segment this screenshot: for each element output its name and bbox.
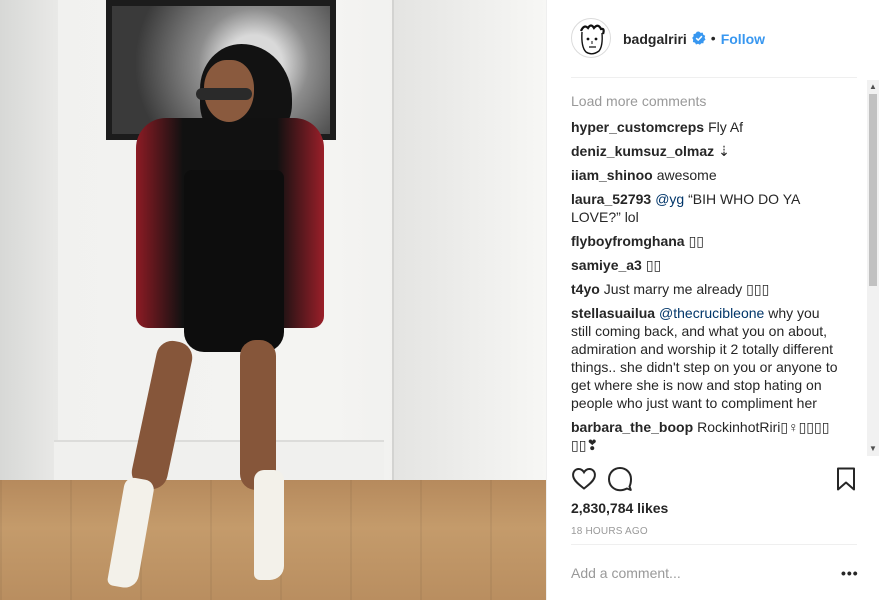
- post-timestamp[interactable]: 18 HOURS AGO: [571, 526, 648, 537]
- comment-author[interactable]: samiye_a3: [571, 257, 642, 273]
- comment-item: barbara_the_boop RockinhotRiri▯♀▯▯▯▯ ▯▯❣: [571, 418, 841, 454]
- bookmark-icon[interactable]: [833, 466, 859, 492]
- post-author-username[interactable]: badgalriri: [623, 31, 687, 47]
- avatar-sketch-icon: [579, 24, 605, 55]
- photo-wall: [0, 0, 58, 500]
- comment-item: hyper_customcreps Fly Af: [571, 118, 841, 136]
- divider: [571, 544, 857, 545]
- comment-mention-link[interactable]: @thecrucibleone: [659, 305, 764, 321]
- comment-author[interactable]: barbara_the_boop: [571, 419, 693, 435]
- comment-text: ▯▯: [645, 257, 662, 273]
- comment-author[interactable]: flyboyfromghana: [571, 233, 685, 249]
- comment-item: t4yo Just marry me already ▯▯▯: [571, 280, 841, 298]
- photo-sunglasses: [196, 88, 252, 100]
- scrollbar-thumb[interactable]: [869, 94, 877, 286]
- more-options-button[interactable]: •••: [841, 565, 859, 581]
- photo-leg-right: [240, 340, 276, 490]
- comment-author[interactable]: deniz_kumsuz_olmaz: [571, 143, 714, 159]
- comment-text: Fly Af: [708, 119, 744, 135]
- verified-badge-icon: [691, 31, 706, 45]
- comment-item: stellasuailua @thecrucibleone why you sti…: [571, 304, 841, 412]
- scroll-up-arrow-icon[interactable]: ▲: [869, 83, 877, 91]
- post-photo[interactable]: [0, 0, 546, 600]
- photo-boot-right: [254, 470, 284, 580]
- comment-author[interactable]: t4yo: [571, 281, 600, 297]
- avatar[interactable]: [571, 18, 611, 58]
- add-comment-input[interactable]: [571, 562, 811, 584]
- heart-icon[interactable]: [571, 466, 597, 492]
- photo-door: [392, 0, 546, 480]
- comment-text: ▯▯: [688, 233, 704, 249]
- comments-list[interactable]: Load more comments hyper_customcreps Fly …: [571, 90, 867, 456]
- post-actions-bar: [571, 466, 857, 492]
- comment-author[interactable]: hyper_customcreps: [571, 119, 704, 135]
- scroll-down-arrow-icon[interactable]: ▼: [869, 445, 877, 453]
- speech-bubble-icon[interactable]: [607, 466, 633, 492]
- post-header: badgalriri • Follow: [571, 18, 857, 78]
- post-sidebar: badgalriri • Follow Load more comments h…: [546, 0, 880, 600]
- instagram-post-view: badgalriri • Follow Load more comments h…: [0, 0, 880, 600]
- comment-author[interactable]: iiam_shinoo: [571, 167, 653, 183]
- load-more-comments-link[interactable]: Load more comments: [571, 93, 867, 109]
- follow-button[interactable]: Follow: [721, 31, 765, 47]
- comment-item: samiye_a3 ▯▯: [571, 256, 841, 274]
- header-separator: •: [710, 30, 716, 46]
- comment-item: laura_52793 @yg “BIH WHO DO YA LOVE?” lol: [571, 190, 841, 226]
- like-count[interactable]: 2,830,784 likes: [571, 500, 668, 516]
- photo-dress: [184, 170, 284, 352]
- comment-text: Just marry me already ▯▯▯: [603, 281, 770, 297]
- comment-item: flyboyfromghana ▯▯: [571, 232, 841, 250]
- comment-text: ⇣: [718, 143, 730, 159]
- comment-text: awesome: [656, 167, 717, 183]
- comment-mention-link[interactable]: @yg: [655, 191, 684, 207]
- comment-item: iiam_shinoo awesome: [571, 166, 841, 184]
- comment-item: deniz_kumsuz_olmaz ⇣: [571, 142, 841, 160]
- comments-scrollbar[interactable]: ▲ ▼: [867, 80, 879, 456]
- comment-author[interactable]: laura_52793: [571, 191, 651, 207]
- comment-author[interactable]: stellasuailua: [571, 305, 655, 321]
